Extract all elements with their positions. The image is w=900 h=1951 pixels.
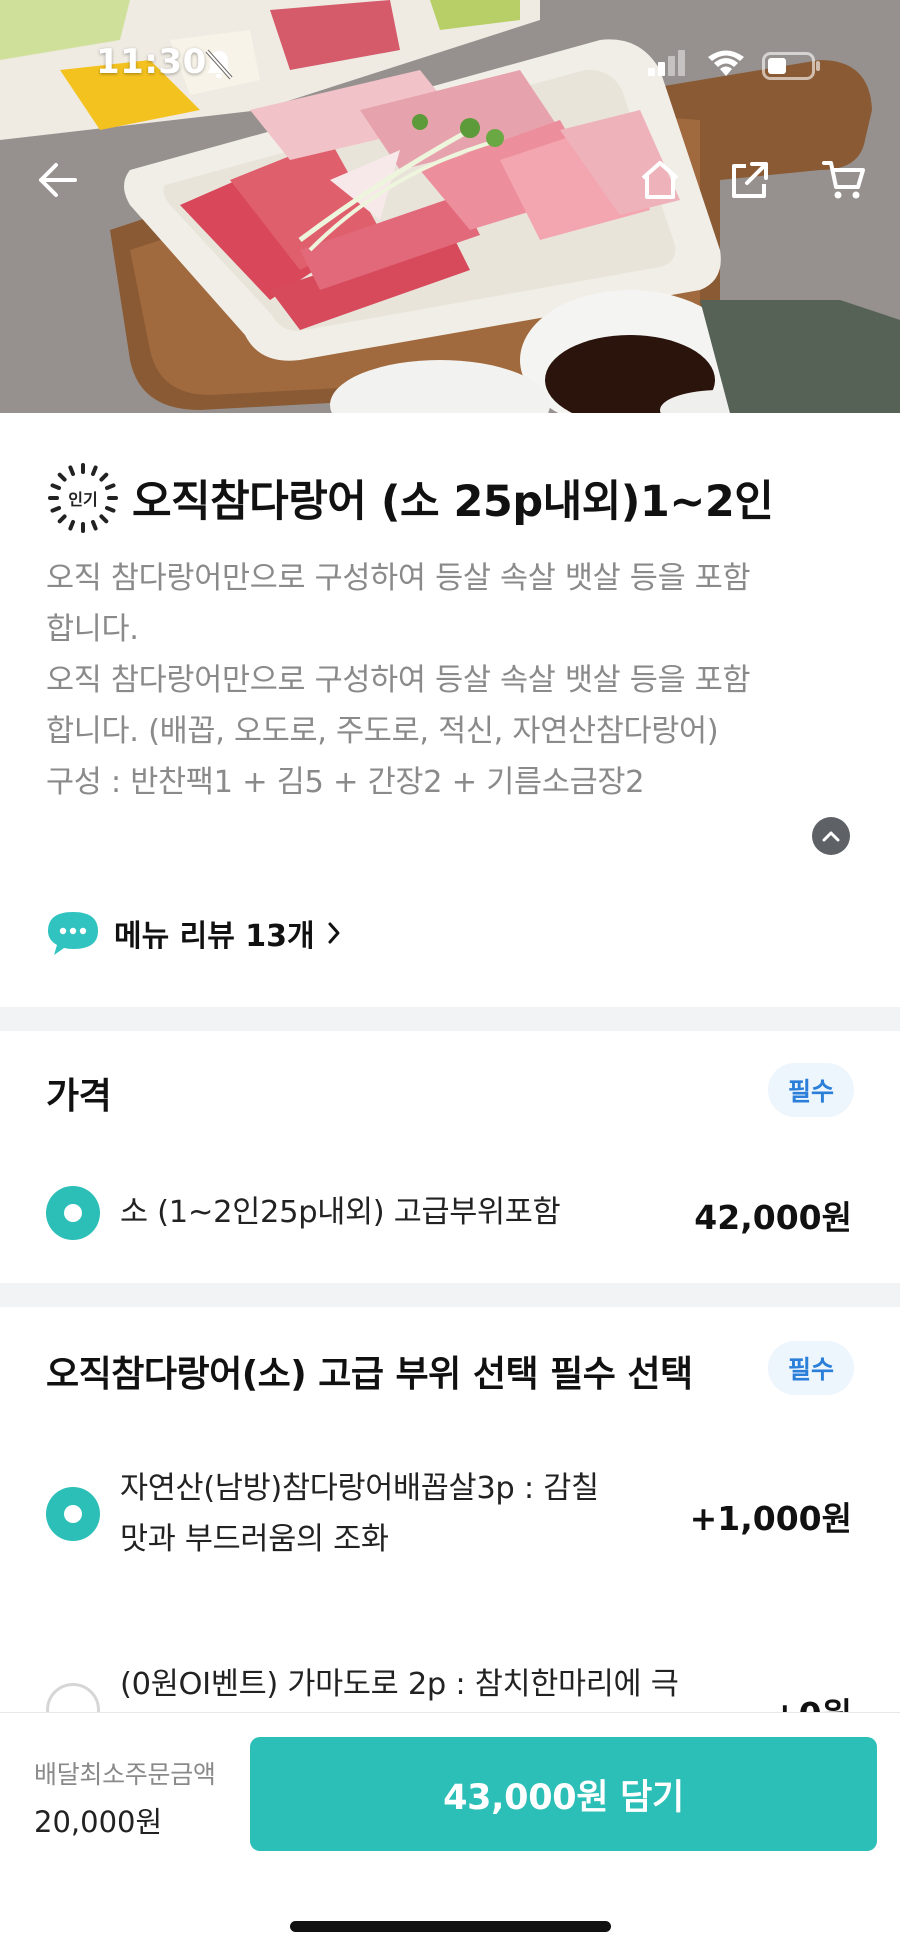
cellular-signal-icon bbox=[648, 50, 688, 80]
product-info: 인기 오직참다랑어 (소 25p내외)1~2인 오직 참다랑어만으로 구성하여 … bbox=[0, 413, 900, 1007]
product-title: 오직참다랑어 (소 25p내외)1~2인 bbox=[132, 477, 774, 527]
bottom-order-bar: 배달최소주문금액 20,000원 43,000원 담기 bbox=[0, 1712, 900, 1951]
share-button[interactable] bbox=[722, 152, 778, 208]
product-description: 오직 참다랑어만으로 구성하여 등살 속살 뱃살 등을 포함 합니다. 오직 참… bbox=[46, 553, 866, 808]
price-section: 가격 필수 소 (1~2인25p내외) 고급부위포함 42,000원 bbox=[0, 1031, 900, 1283]
back-button[interactable] bbox=[30, 152, 86, 208]
description-line: 오직 참다랑어만으로 구성하여 등살 속살 뱃살 등을 포함 bbox=[46, 561, 751, 596]
menu-review-link[interactable]: 메뉴 리뷰 13개 bbox=[46, 909, 341, 957]
share-icon bbox=[732, 162, 768, 198]
grade-option-section: 오직참다랑어(소) 고급 부위 선택 필수 선택 필수 자연산(남방)참다랑어배… bbox=[0, 1307, 900, 1737]
silent-bell-icon bbox=[204, 48, 234, 84]
home-icon bbox=[641, 161, 679, 199]
status-time: 11:30 bbox=[96, 42, 207, 82]
popular-badge: 인기 bbox=[46, 461, 120, 535]
grade-option-line: 자연산(남방)참다랑어배꼽살3p : 감칠 bbox=[120, 1471, 599, 1506]
description-line: 합니다. (배꼽, 오도로, 주도로, 적신, 자연산참다랑어) bbox=[46, 714, 719, 749]
collapse-description-button[interactable] bbox=[812, 817, 850, 855]
required-badge: 필수 bbox=[768, 1063, 854, 1117]
price-option-radio[interactable] bbox=[46, 1186, 100, 1240]
wifi-icon bbox=[706, 50, 746, 82]
price-option-price: 42,000원 bbox=[694, 1198, 852, 1237]
arrow-left-icon bbox=[39, 163, 77, 197]
title-row: 인기 오직참다랑어 (소 25p내외)1~2인 bbox=[46, 461, 774, 535]
chevron-right-icon bbox=[328, 922, 340, 944]
add-to-cart-button[interactable]: 43,000원 담기 bbox=[250, 1737, 877, 1851]
description-line: 오직 참다랑어만으로 구성하여 등살 속살 뱃살 등을 포함 bbox=[46, 663, 751, 698]
min-order-value: 20,000원 bbox=[34, 1805, 163, 1839]
price-option-label[interactable]: 소 (1~2인25p내외) 고급부위포함 bbox=[120, 1187, 561, 1238]
product-hero-image: 11:30 bbox=[0, 0, 900, 413]
grade-option-line: 맛과 부드러움의 조화 bbox=[120, 1522, 389, 1557]
cart-icon bbox=[822, 161, 865, 199]
grade-option-label[interactable]: (0원OI벤트) 가마도로 2p : 참치한마리에 극 bbox=[120, 1659, 679, 1710]
home-indicator bbox=[290, 1921, 611, 1932]
grade-option-line: (0원OI벤트) 가마도로 2p : 참치한마리에 극 bbox=[120, 1667, 679, 1702]
grade-section-title: 오직참다랑어(소) 고급 부위 선택 필수 선택 bbox=[46, 1354, 693, 1395]
min-order-label: 배달최소주문금액 bbox=[34, 1760, 216, 1789]
section-divider bbox=[0, 1283, 900, 1307]
grade-option-radio-selected[interactable] bbox=[46, 1487, 100, 1541]
cart-button[interactable] bbox=[816, 152, 872, 208]
required-badge: 필수 bbox=[768, 1341, 854, 1395]
description-line: 합니다. bbox=[46, 612, 139, 647]
speech-bubble-icon bbox=[48, 912, 98, 955]
price-section-title: 가격 bbox=[46, 1076, 112, 1117]
home-button[interactable] bbox=[632, 152, 688, 208]
grade-option-price: +1,000원 bbox=[689, 1499, 852, 1538]
description-line: 구성 : 반찬팩1 + 김5 + 간장2 + 기름소금장2 bbox=[46, 765, 645, 800]
battery-icon bbox=[762, 52, 822, 84]
popular-badge-label: 인기 bbox=[68, 490, 98, 509]
status-bar: 11:30 bbox=[0, 40, 900, 90]
section-divider bbox=[0, 1007, 900, 1031]
chevron-up-icon bbox=[822, 831, 840, 842]
grade-option-label[interactable]: 자연산(남방)참다랑어배꼽살3p : 감칠 맛과 부드러움의 조화 bbox=[120, 1463, 599, 1565]
menu-review-label: 메뉴 리뷰 13개 bbox=[114, 919, 315, 954]
